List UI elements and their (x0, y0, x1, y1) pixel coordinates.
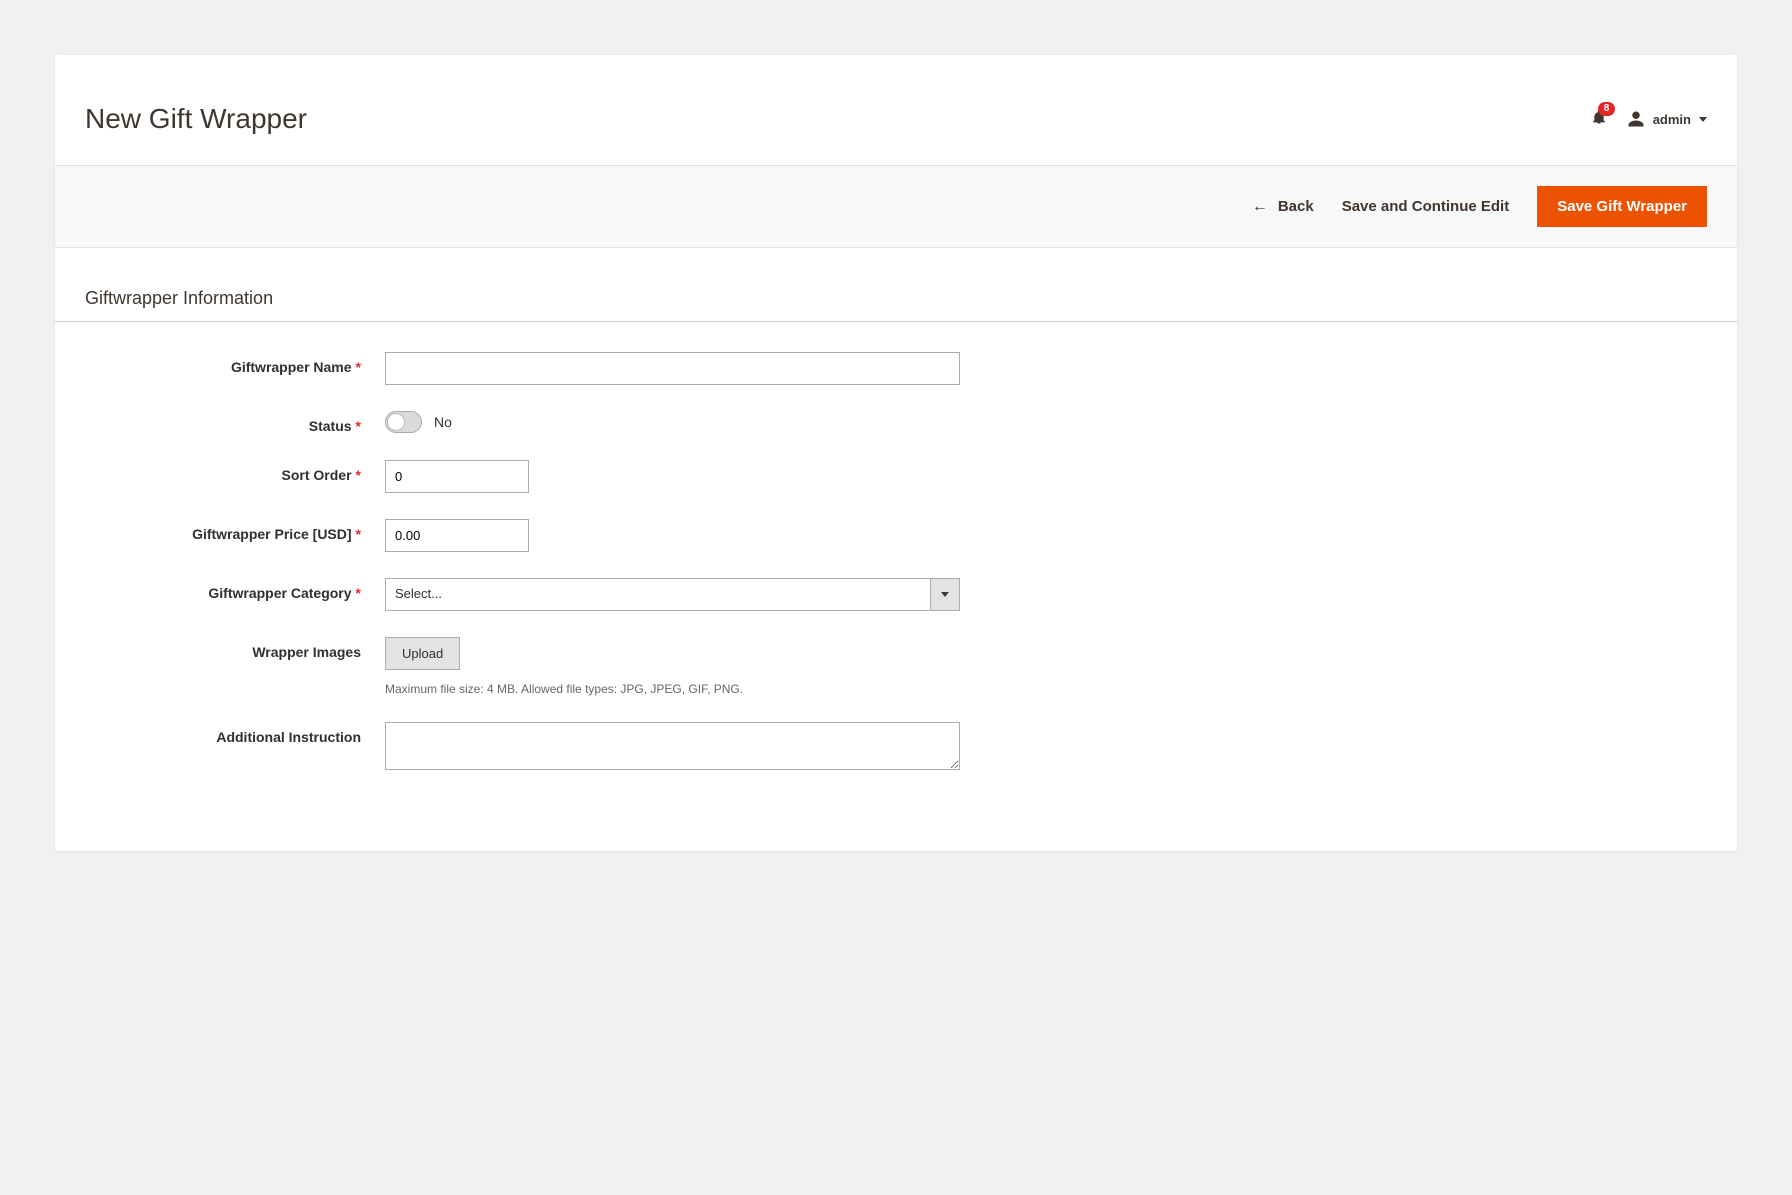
caret-down-icon (941, 592, 949, 597)
username-label: admin (1653, 112, 1691, 127)
user-icon (1627, 110, 1645, 128)
save-button[interactable]: Save Gift Wrapper (1537, 186, 1707, 227)
status-toggle[interactable] (385, 411, 422, 433)
row-name: Giftwrapper Name* (85, 352, 1707, 385)
category-select-caret[interactable] (930, 578, 960, 611)
notifications-button[interactable]: 8 (1591, 108, 1607, 131)
name-input[interactable] (385, 352, 960, 385)
label-instruction: Additional Instruction (85, 722, 385, 745)
notification-badge: 8 (1598, 102, 1616, 116)
page-header: New Gift Wrapper 8 admin (55, 85, 1737, 165)
category-select[interactable]: Select... (385, 578, 960, 611)
price-input[interactable] (385, 519, 529, 552)
toggle-knob (387, 413, 405, 431)
save-continue-button[interactable]: Save and Continue Edit (1342, 198, 1510, 215)
chevron-down-icon (1699, 117, 1707, 122)
arrow-left-icon: ← (1252, 198, 1268, 216)
page-title: New Gift Wrapper (85, 103, 307, 135)
required-mark: * (356, 526, 361, 542)
label-status: Status* (85, 411, 385, 434)
back-button[interactable]: ← Back (1252, 198, 1314, 216)
row-status: Status* No (85, 411, 1707, 434)
label-sort-order: Sort Order* (85, 460, 385, 483)
section-title: Giftwrapper Information (55, 248, 1737, 322)
row-images: Wrapper Images Upload Maximum file size:… (85, 637, 1707, 696)
row-sort-order: Sort Order* (85, 460, 1707, 493)
label-price: Giftwrapper Price [USD]* (85, 519, 385, 542)
status-toggle-label: No (434, 414, 452, 430)
row-category: Giftwrapper Category* Select... (85, 578, 1707, 611)
upload-hint: Maximum file size: 4 MB. Allowed file ty… (385, 682, 1707, 696)
required-mark: * (356, 359, 361, 375)
header-right: 8 admin (1591, 108, 1707, 131)
row-instruction: Additional Instruction (85, 722, 1707, 775)
user-menu[interactable]: admin (1627, 110, 1707, 128)
actions-bar: ← Back Save and Continue Edit Save Gift … (55, 165, 1737, 248)
label-name: Giftwrapper Name* (85, 352, 385, 375)
page-card: New Gift Wrapper 8 admin ← Back Save and… (55, 55, 1737, 851)
instruction-textarea[interactable] (385, 722, 960, 770)
upload-button[interactable]: Upload (385, 637, 460, 670)
required-mark: * (356, 467, 361, 483)
category-select-value: Select... (385, 578, 930, 611)
label-category: Giftwrapper Category* (85, 578, 385, 601)
form: Giftwrapper Name* Status* No Sort (55, 352, 1737, 775)
sort-order-input[interactable] (385, 460, 529, 493)
back-label: Back (1278, 198, 1314, 215)
row-price: Giftwrapper Price [USD]* (85, 519, 1707, 552)
label-images: Wrapper Images (85, 637, 385, 660)
required-mark: * (356, 585, 361, 601)
required-mark: * (356, 418, 361, 434)
